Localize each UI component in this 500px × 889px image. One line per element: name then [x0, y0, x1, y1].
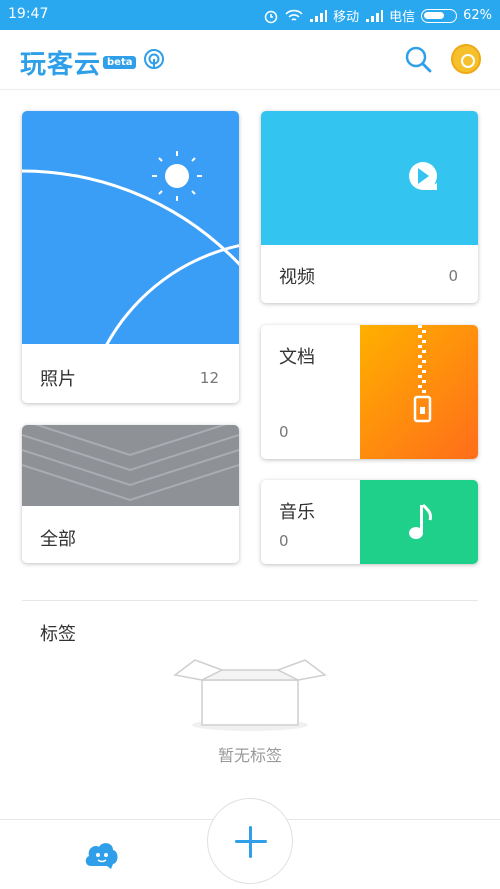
signal-icon — [310, 9, 328, 22]
carrier-2: 电信 — [389, 10, 416, 25]
category-card-video[interactable]: 视频 0 — [261, 111, 478, 303]
coin-icon[interactable] — [451, 44, 481, 74]
video-count: 0 — [448, 267, 458, 285]
tags-section-title: 标签 — [40, 624, 76, 645]
cast-icon[interactable] — [143, 48, 165, 70]
battery-level: 62% — [463, 8, 492, 23]
video-banner — [261, 111, 478, 245]
photos-count: 12 — [199, 369, 219, 387]
category-card-documents[interactable]: 文档 0 — [261, 325, 478, 459]
docs-banner — [360, 325, 478, 459]
music-count: 0 — [279, 532, 289, 550]
music-note-icon — [409, 503, 432, 539]
carrier-1: 移动 — [333, 10, 360, 25]
sun-icon — [22, 151, 239, 403]
zipper-icon — [413, 325, 432, 423]
wifi-icon — [285, 9, 303, 21]
section-divider — [22, 600, 478, 601]
alarm-icon — [264, 10, 278, 23]
photos-label: 照片 — [40, 369, 76, 390]
all-label: 全部 — [40, 529, 76, 550]
music-label: 音乐 — [279, 502, 315, 523]
all-banner — [22, 425, 239, 506]
cloud-face-icon[interactable] — [83, 838, 119, 870]
photos-banner — [22, 111, 239, 403]
video-label: 视频 — [279, 267, 315, 288]
search-icon[interactable] — [403, 44, 433, 74]
category-card-music[interactable]: 音乐 0 — [261, 480, 478, 564]
category-card-all[interactable]: 全部 — [22, 425, 239, 563]
music-banner — [360, 480, 478, 564]
category-card-photos[interactable]: 照片 12 — [22, 111, 239, 403]
tags-empty-text: 暂无标签 — [217, 746, 282, 765]
docs-label: 文档 — [279, 347, 315, 368]
signal-icon — [366, 9, 384, 22]
play-icon — [409, 162, 437, 190]
docs-count: 0 — [279, 423, 289, 441]
app-title: 玩客云 — [20, 50, 102, 80]
app-header: 玩客云 beta — [0, 30, 500, 90]
battery-icon — [421, 8, 458, 23]
beta-badge: beta — [103, 56, 137, 69]
add-button[interactable] — [207, 798, 293, 884]
box-icon — [173, 659, 327, 731]
status-time: 19:47 — [8, 6, 49, 22]
status-bar: 19:47 移动 电信 62% — [0, 0, 500, 30]
